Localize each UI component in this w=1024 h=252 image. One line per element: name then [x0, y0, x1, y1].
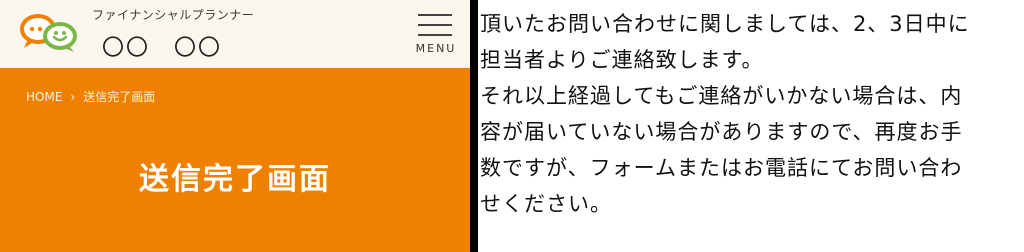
- menu-button[interactable]: MENU: [408, 10, 464, 62]
- message-line: 容が届いていない場合がありますので、再度お手: [480, 120, 963, 144]
- message-line: 担当者よりご連絡致します。: [480, 48, 764, 72]
- page-hero: HOME › 送信完了画面 送信完了画面: [0, 68, 470, 252]
- hamburger-bar: [418, 34, 452, 36]
- menu-label: MENU: [415, 42, 457, 55]
- message-line: 頂いたお問い合わせに関しましては、2、3日中に: [480, 12, 970, 36]
- page-title: 送信完了画面: [139, 162, 331, 197]
- site-name[interactable]: 〇〇 〇〇: [102, 30, 222, 62]
- message-panel: 頂いたお問い合わせに関しましては、2、3日中に 担当者よりご連絡致します。 それ…: [478, 0, 1024, 252]
- speech-bubbles-logo-icon[interactable]: [18, 12, 80, 54]
- hamburger-menu-icon: [418, 14, 452, 16]
- hamburger-bar: [418, 24, 452, 26]
- breadcrumb: HOME › 送信完了画面: [26, 88, 155, 105]
- mobile-site-panel: ファイナンシャルプランナー 〇〇 〇〇 MENU HOME › 送信完了画面 送信完…: [0, 0, 470, 252]
- confirmation-message: 頂いたお問い合わせに関しましては、2、3日中に 担当者よりご連絡致します。 それ…: [478, 0, 1024, 222]
- breadcrumb-current: 送信完了画面: [83, 90, 156, 104]
- breadcrumb-separator: ›: [70, 90, 76, 104]
- site-tagline: ファイナンシャルプランナー: [92, 8, 255, 22]
- panel-divider: [470, 0, 478, 252]
- message-line: せください。: [480, 192, 612, 216]
- breadcrumb-home-link[interactable]: HOME: [26, 90, 62, 104]
- site-header: ファイナンシャルプランナー 〇〇 〇〇 MENU: [0, 0, 470, 68]
- message-line: それ以上経過してもご連絡がいかない場合は、内: [480, 84, 963, 108]
- message-line: 数ですが、フォームまたはお電話にてお問い合わ: [480, 156, 963, 180]
